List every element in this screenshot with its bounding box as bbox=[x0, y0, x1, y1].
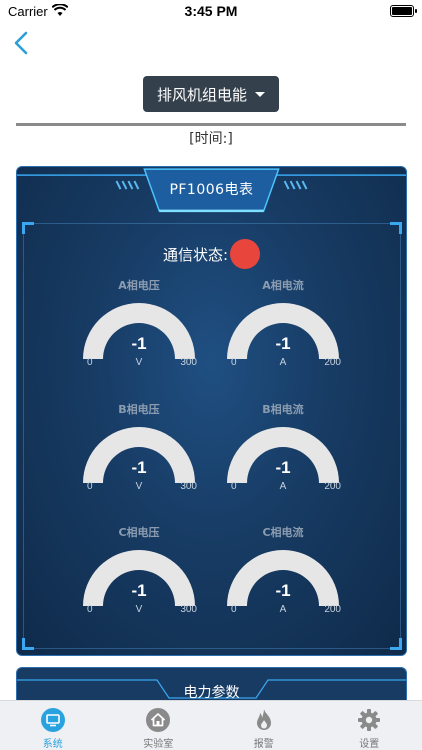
comm-status-indicator bbox=[230, 239, 261, 269]
tab-label: 系统 bbox=[42, 739, 63, 750]
gauge-value: -1 bbox=[131, 334, 147, 353]
gauge-c-voltage: C相电压 -1 0 V 300 bbox=[79, 524, 199, 624]
gauge-b-voltage: B相电压 -1 0 V 300 bbox=[79, 401, 199, 501]
gauge-a-current: A相电流 -1 0 A 200 bbox=[223, 277, 343, 377]
home-icon bbox=[146, 708, 171, 732]
gauge-c-current: C相电流 -1 0 A 200 bbox=[223, 524, 343, 624]
device-selector-label: 排风机组电能 bbox=[156, 85, 247, 104]
gauge-b-current: B相电流 -1 0 A 200 bbox=[223, 401, 343, 501]
divider bbox=[16, 123, 406, 126]
gauge-max: 300 bbox=[180, 481, 197, 492]
tab-system[interactable]: 系统 bbox=[0, 701, 106, 750]
tab-settings[interactable]: 设置 bbox=[317, 701, 422, 750]
monitor-icon bbox=[40, 708, 65, 732]
comm-status-label: 通信状态: bbox=[162, 245, 229, 264]
power-panel-title: 电力参数 bbox=[183, 685, 240, 701]
gauge-value: -1 bbox=[275, 458, 291, 477]
gear-icon bbox=[358, 709, 381, 731]
gauge-max: 300 bbox=[180, 357, 197, 368]
battery-icon bbox=[390, 5, 417, 17]
tab-label: 实验室 bbox=[143, 739, 174, 750]
tab-alarm[interactable]: 报警 bbox=[211, 701, 317, 750]
gauge-title: C相电流 bbox=[262, 526, 304, 539]
meter-panel-title: PF1006电表 bbox=[169, 182, 254, 198]
flame-icon bbox=[256, 709, 271, 730]
gauge-max: 300 bbox=[180, 604, 197, 615]
back-chevron-icon[interactable] bbox=[10, 30, 34, 56]
tab-label: 设置 bbox=[359, 739, 380, 750]
clock: 3:45 PM bbox=[184, 3, 238, 19]
caret-down-icon bbox=[255, 91, 265, 97]
gauge-value: -1 bbox=[131, 458, 147, 477]
device-selector-button[interactable]: 排风机组电能 bbox=[143, 76, 279, 112]
status-bar: Carrier 3:45 PM bbox=[0, 0, 422, 24]
tab-bar: 系统 实验室 报警 设置 bbox=[0, 700, 422, 750]
gauge-title: A相电压 bbox=[118, 279, 160, 292]
gauge-value: -1 bbox=[131, 581, 147, 600]
gauge-max: 200 bbox=[324, 481, 341, 492]
gauge-title: C相电压 bbox=[118, 526, 160, 539]
gauge-title: B相电流 bbox=[262, 403, 304, 416]
time-label: [时间:] bbox=[189, 131, 233, 147]
gauge-value: -1 bbox=[275, 334, 291, 353]
screen: Carrier 3:45 PM 排风机组电能 [时间:] PF1006电表 通信… bbox=[0, 0, 422, 750]
comm-status: 通信状态: bbox=[17, 239, 406, 269]
gauge-a-voltage: A相电压 -1 0 V 300 bbox=[79, 277, 199, 377]
tab-lab[interactable]: 实验室 bbox=[106, 701, 212, 750]
gauge-title: B相电压 bbox=[118, 403, 160, 416]
gauge-max: 200 bbox=[324, 357, 341, 368]
gauge-max: 200 bbox=[324, 604, 341, 615]
gauge-title: A相电流 bbox=[262, 279, 304, 292]
tab-label: 报警 bbox=[253, 739, 274, 750]
meter-panel: PF1006电表 通信状态: A相电压 -1 0 V 300 A相电流 -1 0… bbox=[16, 166, 407, 656]
gauge-value: -1 bbox=[275, 581, 291, 600]
